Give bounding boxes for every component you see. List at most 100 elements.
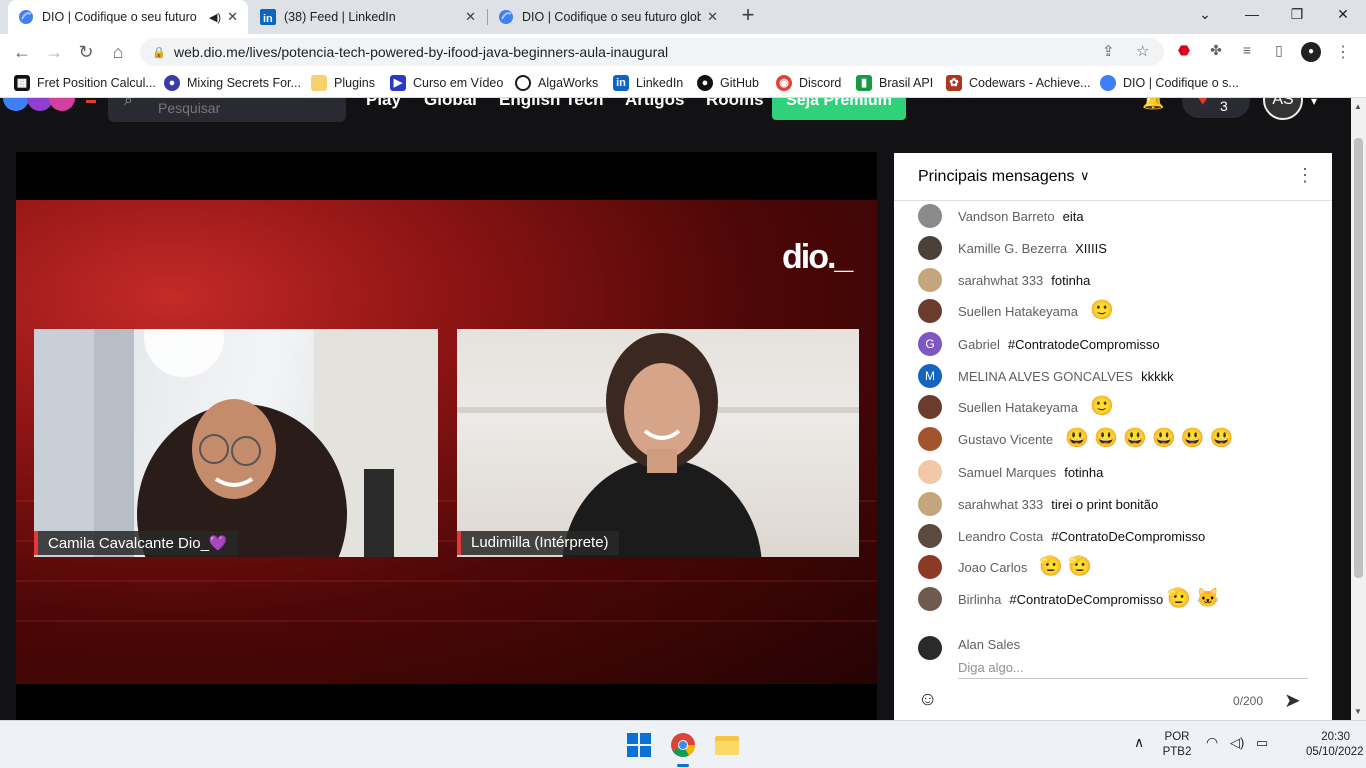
show-hidden-icons-chevron[interactable]: ∧ (1134, 735, 1144, 750)
chat-message[interactable]: Samuel Marques fotinha (918, 460, 1103, 484)
file-explorer-icon[interactable] (711, 730, 743, 760)
chat-mode-selector[interactable]: Principais mensagens (918, 168, 1075, 186)
author-avatar[interactable] (918, 268, 942, 292)
chevron-down-icon[interactable]: ▾ (1311, 98, 1317, 108)
more-options-icon[interactable]: ⋮ (1296, 165, 1314, 186)
speaker-icon[interactable]: ◀︎) (209, 11, 221, 24)
author-name[interactable]: Kamille G. Bezerra (958, 241, 1067, 256)
bookmark-item[interactable]: Plugins (311, 75, 375, 91)
author-avatar[interactable] (918, 460, 942, 484)
bookmark-item[interactable]: ▶ Curso em Vídeo (390, 75, 503, 91)
chat-message-list[interactable]: Vandson Barreto eita Kamille G. Bezerra … (894, 201, 1332, 621)
wifi-icon[interactable]: ◠ (1206, 735, 1218, 750)
browser-menu-icon[interactable]: ⋮ (1333, 42, 1353, 62)
author-avatar[interactable] (918, 236, 942, 260)
author-avatar[interactable] (918, 204, 942, 228)
chat-message[interactable]: Birlinha #ContratoDeCompromisso 🫡 🐱 (918, 587, 1220, 611)
bookmark-item[interactable]: ● Mixing Secrets For... (164, 75, 301, 91)
chat-message[interactable]: Joao Carlos 🫡 🫡 (918, 555, 1092, 579)
scroll-down-icon[interactable]: ▼ (1354, 707, 1362, 716)
chat-message[interactable]: M MELINA ALVES GONCALVES kkkkk (918, 364, 1174, 388)
profile-avatar[interactable]: ● (1301, 42, 1321, 62)
close-tab-icon[interactable]: ✕ (465, 9, 476, 25)
close-tab-icon[interactable]: ✕ (707, 9, 718, 25)
media-control-icon[interactable]: ≡ (1237, 42, 1257, 62)
scroll-up-icon[interactable]: ▲ (1354, 102, 1362, 111)
bookmark-item[interactable]: ✿ Codewars - Achieve... (946, 75, 1091, 91)
bookmark-item[interactable]: ▮ Brasil API (856, 75, 933, 91)
volume-icon[interactable]: ◁) (1230, 735, 1244, 750)
address-bar[interactable]: 🔒 web.dio.me/lives/potencia-tech-powered… (140, 38, 1164, 66)
tab-dio-active[interactable]: DIO | Codifique o seu futuro ◀︎) ✕ (8, 0, 248, 34)
emoji-picker-icon[interactable]: ☺ (918, 689, 942, 713)
author-avatar[interactable] (918, 395, 942, 419)
author-name[interactable]: Birlinha (958, 592, 1001, 607)
restore-button[interactable]: ❐ (1282, 6, 1312, 26)
chat-message[interactable]: Kamille G. Bezerra XIIIIS (918, 236, 1107, 260)
author-name[interactable]: Leandro Costa (958, 529, 1043, 544)
author-avatar[interactable]: M (918, 364, 942, 388)
page-scrollbar[interactable]: ▲ ▼ (1351, 98, 1366, 720)
tab-search-icon[interactable]: ⌄ (1190, 6, 1220, 26)
chat-message[interactable]: G Gabriel #ContratodeCompromisso (918, 332, 1160, 356)
windows-start-icon[interactable] (623, 730, 655, 760)
nav-link-english-tech[interactable]: English Tech (499, 98, 604, 110)
dio-logo[interactable] (0, 98, 100, 114)
bookmark-item[interactable]: ● GitHub (697, 75, 759, 91)
author-avatar[interactable] (918, 427, 942, 451)
share-icon[interactable]: ⇪ (1102, 42, 1115, 60)
author-avatar[interactable] (918, 555, 942, 579)
extensions-puzzle-icon[interactable]: ✤ (1206, 42, 1226, 62)
author-name[interactable]: sarahwhat 333 (958, 273, 1043, 288)
chat-message[interactable]: sarahwhat 333 fotinha (918, 268, 1090, 292)
chat-message[interactable]: Gustavo Vicente 😃 😃 😃 😃 😃 😃 (918, 427, 1234, 451)
user-avatar[interactable]: AS (1263, 98, 1303, 120)
send-icon[interactable]: ➤ (1284, 688, 1301, 713)
side-panel-icon[interactable]: ▯ (1269, 42, 1289, 62)
hearts-counter[interactable]: 3 (1182, 98, 1250, 118)
scrollbar-thumb[interactable] (1354, 138, 1363, 578)
site-search-input[interactable]: Pesquisar (108, 98, 346, 122)
author-avatar[interactable] (918, 299, 942, 323)
author-name[interactable]: Gabriel (958, 337, 1000, 352)
battery-icon[interactable]: ▭ (1256, 735, 1268, 750)
clock[interactable]: 20:30 05/10/2022 (1306, 730, 1364, 760)
lock-icon[interactable]: 🔒 (152, 46, 166, 59)
author-avatar[interactable] (918, 524, 942, 548)
chrome-taskbar-icon[interactable] (667, 730, 699, 767)
bookmark-item[interactable]: ◉ Discord (776, 75, 841, 91)
author-name[interactable]: Vandson Barreto (958, 209, 1055, 224)
home-button[interactable]: ⌂ (106, 41, 130, 63)
author-avatar[interactable] (918, 587, 942, 611)
chat-message[interactable]: Leandro Costa #ContratoDeCompromisso (918, 524, 1205, 548)
chat-message[interactable]: Suellen Hatakeyama 🙂 (918, 299, 1114, 323)
author-avatar[interactable] (918, 492, 942, 516)
bookmark-item[interactable]: in LinkedIn (613, 75, 683, 91)
nav-link-artigos[interactable]: Artigos (625, 98, 685, 110)
live-video-player[interactable]: dio._ Camila Cavalcante Dio_💜 Ludimilla … (16, 152, 877, 720)
reload-button[interactable]: ↻ (74, 41, 98, 63)
tab-linkedin[interactable]: in (38) Feed | LinkedIn ✕ (250, 0, 486, 34)
author-name[interactable]: Gustavo Vicente (958, 432, 1053, 447)
bookmark-item[interactable]: ▦ Fret Position Calcul... (14, 75, 156, 91)
close-tab-icon[interactable]: ✕ (227, 9, 238, 25)
chat-message[interactable]: Suellen Hatakeyama 🙂 (918, 395, 1114, 419)
author-name[interactable]: Samuel Marques (958, 465, 1056, 480)
author-name[interactable]: Suellen Hatakeyama (958, 304, 1078, 319)
chevron-down-icon[interactable]: ∨ (1080, 168, 1090, 184)
author-name[interactable]: MELINA ALVES GONCALVES (958, 369, 1133, 384)
premium-button[interactable]: Seja Premium (772, 98, 906, 120)
chat-message[interactable]: Vandson Barreto eita (918, 204, 1084, 228)
chat-message-input[interactable]: Diga algo... (958, 657, 1308, 679)
nav-link-global[interactable]: Global (424, 98, 477, 110)
adblock-extension-icon[interactable]: ⬣ (1174, 42, 1194, 62)
minimize-button[interactable]: — (1237, 6, 1267, 26)
bookmark-item[interactable]: AlgaWorks (515, 75, 598, 91)
input-language-indicator[interactable]: POR PTB2 (1160, 730, 1194, 760)
bookmark-star-icon[interactable]: ☆ (1136, 42, 1149, 60)
back-button[interactable]: ← (10, 41, 34, 63)
nav-link-play[interactable]: Play (366, 98, 401, 110)
author-name[interactable]: sarahwhat 333 (958, 497, 1043, 512)
forward-button[interactable]: → (42, 41, 66, 63)
author-name[interactable]: Joao Carlos (958, 560, 1027, 575)
